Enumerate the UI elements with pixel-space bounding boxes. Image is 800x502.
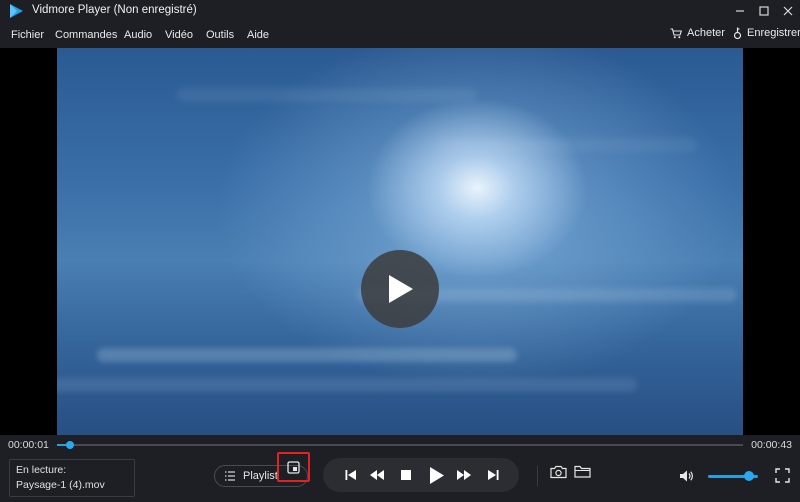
fast-forward-icon [457, 470, 471, 480]
rewind-button[interactable] [364, 458, 390, 492]
current-time: 00:00:01 [8, 439, 49, 451]
menu-bar: Fichier Commandes Audio Vidéo Outils Aid… [0, 22, 800, 48]
speaker-icon [680, 470, 693, 482]
key-icon [733, 27, 742, 39]
now-playing-filename: Paysage-1 (4).mov [16, 479, 105, 491]
menu-video[interactable]: Vidéo [165, 29, 193, 41]
next-button[interactable] [480, 458, 506, 492]
skip-previous-icon [345, 470, 356, 480]
menu-audio[interactable]: Audio [124, 29, 152, 41]
picture-in-picture-icon [287, 460, 300, 474]
buy-button[interactable]: Acheter [670, 27, 725, 39]
register-label: Enregistrer [747, 27, 800, 39]
playlist-label: Playlist [243, 470, 278, 482]
video-area[interactable] [0, 48, 800, 435]
play-button[interactable] [423, 458, 451, 492]
camera-icon [550, 465, 567, 479]
fast-forward-button[interactable] [451, 458, 477, 492]
list-icon [225, 471, 235, 481]
previous-button[interactable] [337, 458, 363, 492]
picture-in-picture-button[interactable] [277, 452, 310, 482]
stop-button[interactable] [393, 458, 419, 492]
play-icon [389, 275, 413, 303]
fullscreen-icon [775, 468, 790, 483]
snapshot-button[interactable] [550, 465, 567, 479]
fullscreen-button[interactable] [775, 468, 790, 483]
seek-thumb[interactable] [66, 441, 75, 449]
now-playing-label: En lecture: [16, 464, 67, 476]
progress-row: 00:00:01 00:00:43 [0, 435, 800, 455]
total-time: 00:00:43 [751, 439, 792, 451]
cart-icon [670, 27, 682, 38]
transport-controls [323, 458, 519, 492]
seek-bar[interactable] [57, 441, 743, 449]
rewind-icon [370, 470, 384, 480]
menu-commandes[interactable]: Commandes [55, 29, 117, 41]
folder-icon [574, 465, 591, 478]
stop-icon [401, 470, 411, 480]
menu-fichier[interactable]: Fichier [11, 29, 44, 41]
maximize-icon[interactable] [752, 0, 776, 22]
minimize-icon[interactable] [728, 0, 752, 22]
close-icon[interactable] [776, 0, 800, 22]
open-folder-button[interactable] [574, 465, 591, 478]
register-button[interactable]: Enregistrer [733, 27, 800, 39]
volume-button[interactable] [680, 470, 694, 482]
menu-outils[interactable]: Outils [206, 29, 234, 41]
video-frame[interactable] [57, 48, 743, 435]
window-title: Vidmore Player (Non enregistré) [32, 4, 197, 16]
buy-label: Acheter [687, 27, 725, 39]
app-logo-icon [10, 4, 23, 18]
title-bar: Vidmore Player (Non enregistré) [0, 0, 800, 22]
volume-thumb[interactable] [744, 471, 754, 481]
skip-next-icon [487, 470, 498, 480]
now-playing-box: En lecture: Paysage-1 (4).mov [9, 459, 135, 497]
play-icon [430, 466, 444, 484]
big-play-button[interactable] [361, 250, 439, 328]
divider [537, 466, 538, 486]
menu-aide[interactable]: Aide [247, 29, 269, 41]
control-bar: En lecture: Paysage-1 (4).mov Playlist [0, 452, 800, 502]
